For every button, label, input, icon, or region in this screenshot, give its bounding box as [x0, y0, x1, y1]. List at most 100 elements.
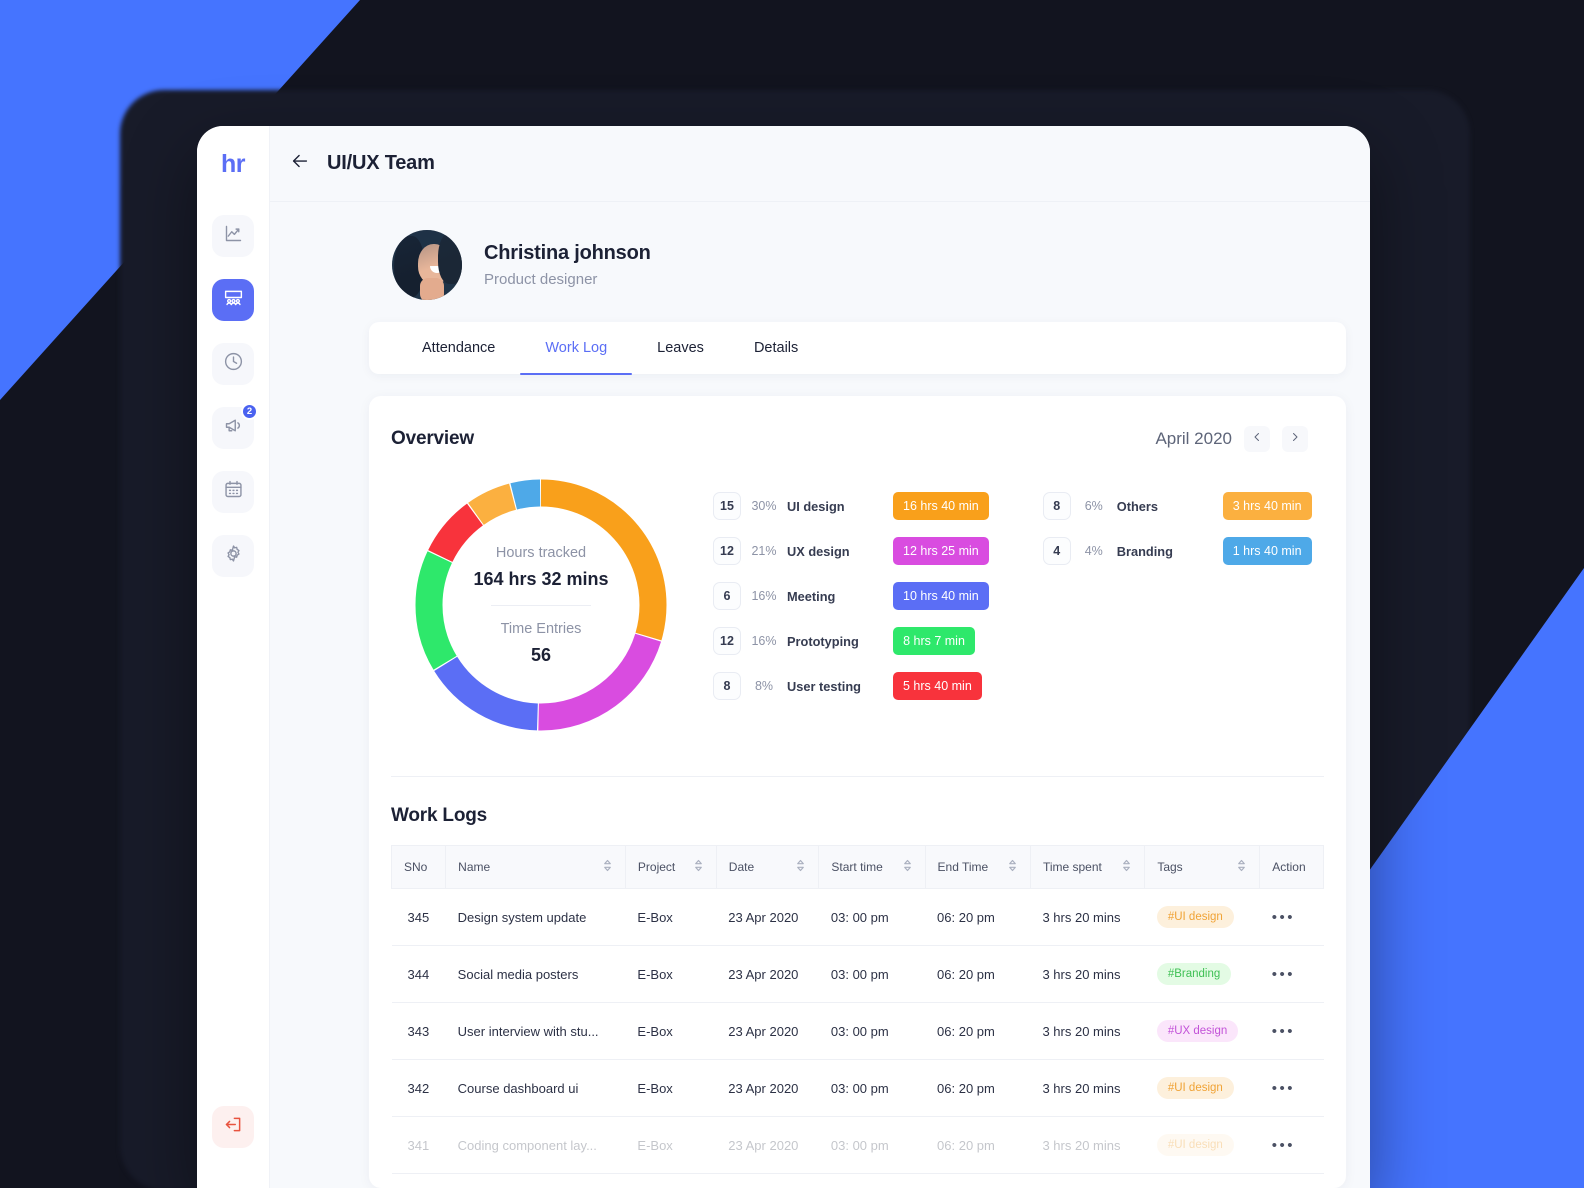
column-label: Time spent	[1042, 860, 1102, 874]
table-row[interactable]: 345 Design system update E-Box 23 Apr 2020 0…	[391, 888, 1324, 946]
page-title: UI/UX Team	[327, 152, 435, 174]
sidebar-item-time[interactable]	[212, 343, 254, 385]
cell-tags: #UI design	[1144, 888, 1260, 946]
legend-percent: 16%	[751, 634, 777, 648]
tag-pill[interactable]: #UI design	[1156, 1077, 1234, 1099]
column-header-name[interactable]: Name	[445, 845, 626, 889]
divider	[491, 604, 591, 606]
sort-icon[interactable]	[902, 859, 913, 875]
sort-icon[interactable]	[795, 859, 806, 875]
sidebar-item-calendar[interactable]	[212, 471, 254, 513]
column-label: Date	[728, 860, 755, 874]
cell-action: •••	[1259, 1116, 1324, 1174]
tag-pill[interactable]: #Branding	[1156, 963, 1232, 985]
tab-details[interactable]: Details	[729, 322, 823, 374]
cell-project: E-Box	[625, 1059, 717, 1117]
sort-icon[interactable]	[1007, 859, 1018, 875]
column-label: Action	[1272, 860, 1306, 874]
column-label: SNo	[404, 860, 428, 874]
sidebar-item-logout[interactable]	[212, 1106, 254, 1148]
more-options-icon[interactable]: •••	[1272, 966, 1295, 983]
cell-date: 23 Apr 2020	[716, 1002, 819, 1060]
tab-leaves[interactable]: Leaves	[632, 322, 729, 374]
sort-icon[interactable]	[1236, 859, 1247, 875]
sort-icon[interactable]	[1121, 859, 1132, 875]
more-options-icon[interactable]: •••	[1272, 1023, 1295, 1040]
column-label: Name	[458, 860, 491, 874]
column-label: Tags	[1157, 860, 1183, 874]
sidebar-item-settings[interactable]	[212, 535, 254, 577]
next-month-button[interactable]	[1282, 426, 1308, 452]
column-header-date[interactable]: Date	[715, 845, 820, 889]
more-options-icon[interactable]: •••	[1272, 1080, 1295, 1097]
cell-project: E-Box	[625, 945, 717, 1003]
cell-time-spent: 3 hrs 20 mins	[1030, 888, 1145, 946]
cell-tags: #UX design	[1144, 1002, 1260, 1060]
more-options-icon[interactable]: •••	[1272, 909, 1295, 926]
legend-percent: 30%	[751, 499, 777, 513]
legend-duration: 16 hrs 40 min	[893, 492, 989, 520]
legend-column-secondary: 8 6% Others 3 hrs 40 min 4 4% Branding 1 hrs 40…	[1042, 492, 1312, 740]
analytics-icon	[223, 223, 244, 249]
legend-item: 12 16% Prototyping 8 hrs 7 min	[713, 627, 989, 655]
column-header-end-time[interactable]: End Time	[924, 845, 1031, 889]
table-row[interactable]: 344 Social media posters E-Box 23 Apr 2020 0…	[391, 945, 1324, 1003]
legend-label: UI design	[787, 498, 845, 514]
cell-time-spent: 3 hrs 20 mins	[1030, 1002, 1145, 1060]
cell-sno: 341	[391, 1116, 446, 1174]
prev-month-button[interactable]	[1244, 426, 1270, 452]
table-row[interactable]: 343 User interview with stu... E-Box 23 Apr…	[391, 1002, 1324, 1060]
sidebar-item-analytics[interactable]	[212, 215, 254, 257]
cell-name: Design system update	[445, 888, 626, 946]
table-row[interactable]: 341 Coding component lay... E-Box 23 Apr 20…	[391, 1116, 1324, 1174]
column-header-start-time[interactable]: Start time	[818, 845, 926, 889]
app-logo[interactable]: hr	[221, 150, 246, 179]
legend-count: 15	[713, 492, 741, 520]
sidebar-item-announcements[interactable]: 2	[212, 403, 258, 449]
legend-percent: 16%	[751, 589, 777, 603]
app-window: hr 2 UI/UX Team Christina johnson Produc…	[197, 126, 1370, 1188]
overview-header: Overview April 2020	[369, 396, 1346, 452]
table-head: SNo Name Project Date Start time End Time Time…	[390, 845, 1324, 889]
cell-start-time: 03: 00 pm	[818, 1002, 926, 1060]
column-header-project[interactable]: Project	[624, 845, 717, 889]
cell-action: •••	[1259, 1059, 1324, 1117]
back-button[interactable]	[284, 148, 316, 180]
column-header-tags[interactable]: Tags	[1144, 845, 1261, 889]
sidebar: hr 2	[197, 126, 270, 1188]
logout-icon	[223, 1114, 244, 1140]
cell-project: E-Box	[625, 888, 717, 946]
megaphone-icon	[223, 415, 244, 441]
tabs-bar: Attendance Work Log Leaves Details	[369, 322, 1346, 375]
cell-tags: #UI design	[1144, 1059, 1260, 1117]
tab-attendance[interactable]: Attendance	[397, 322, 520, 374]
legend-duration: 10 hrs 40 min	[893, 582, 989, 610]
table-header-row: SNo Name Project Date Start time End Time Time…	[390, 845, 1324, 889]
cell-sno: 345	[391, 888, 446, 946]
legend-percent: 21%	[751, 544, 777, 558]
profile-name: Christina johnson	[484, 242, 651, 264]
cell-end-time: 06: 20 pm	[925, 945, 1031, 1003]
tag-pill[interactable]: #UI design	[1156, 1134, 1234, 1156]
legend-label: Prototyping	[787, 633, 859, 649]
sidebar-item-team[interactable]	[212, 279, 254, 321]
more-options-icon[interactable]: •••	[1272, 1137, 1295, 1154]
legend-percent: 4%	[1084, 544, 1103, 558]
cell-date: 23 Apr 2020	[716, 888, 819, 946]
cell-name: Coding component lay...	[445, 1116, 626, 1174]
calendar-icon	[223, 479, 244, 505]
cell-name: Social media posters	[445, 945, 626, 1003]
tag-pill[interactable]: #UX design	[1156, 1020, 1239, 1042]
sort-icon[interactable]	[693, 859, 704, 875]
sort-icon[interactable]	[602, 859, 613, 875]
tag-pill[interactable]: #UI design	[1156, 906, 1234, 928]
table-row[interactable]: 342 Course dashboard ui E-Box 23 Apr 2020 03…	[391, 1059, 1324, 1117]
cell-end-time: 06: 20 pm	[925, 1059, 1031, 1117]
cell-time-spent: 3 hrs 20 mins	[1030, 945, 1145, 1003]
column-header-time-spent[interactable]: Time spent	[1029, 845, 1146, 889]
cell-time-spent: 3 hrs 20 mins	[1030, 1059, 1145, 1117]
chevron-right-icon	[1289, 430, 1301, 448]
legend-percent: 6%	[1084, 499, 1103, 513]
tab-work-log[interactable]: Work Log	[520, 322, 632, 375]
cell-sno: 342	[391, 1059, 446, 1117]
